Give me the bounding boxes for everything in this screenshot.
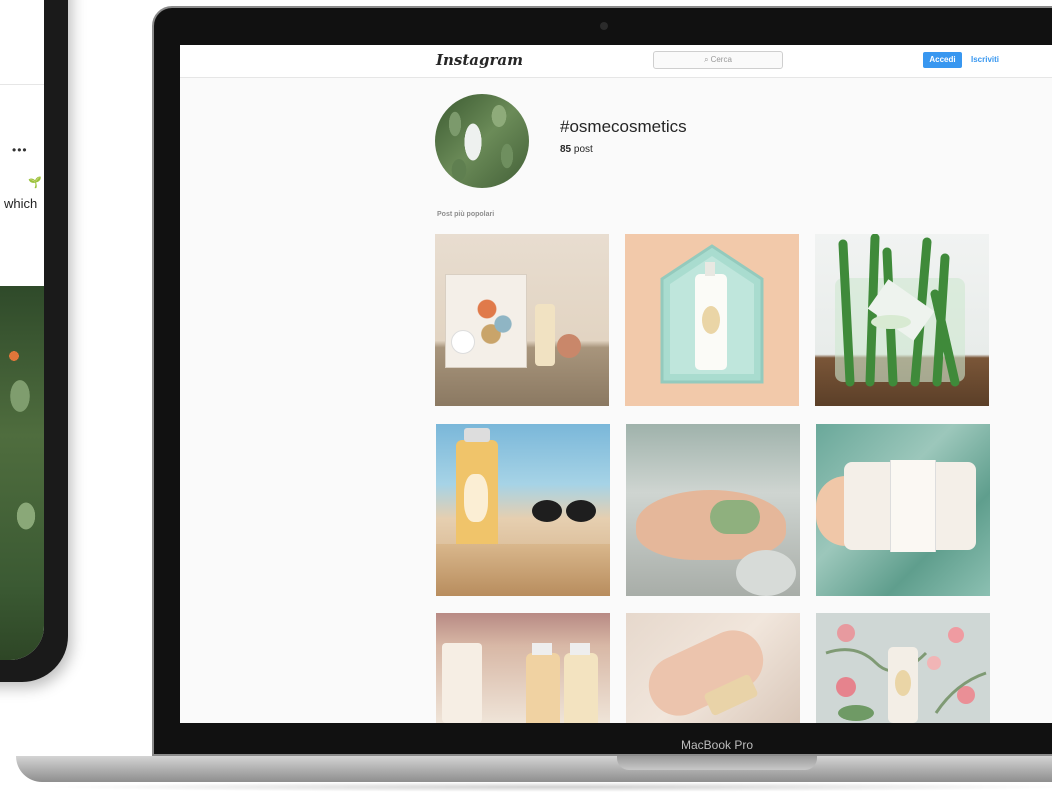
- phone-divider: [0, 84, 44, 85]
- sunglasses-lens: [566, 500, 596, 522]
- section-title: Post più popolari: [437, 211, 495, 218]
- bottle: [535, 304, 555, 366]
- laptop-base: [16, 756, 1052, 782]
- phone-screen: ••• 🌱 which: [0, 0, 44, 660]
- hashtag-avatar: [435, 94, 529, 188]
- webcam-icon: [600, 22, 608, 30]
- house-shelf: [660, 244, 764, 384]
- laptop-opening-notch: [617, 756, 817, 770]
- post-tile[interactable]: [816, 613, 990, 723]
- phone-post-photo: [0, 286, 44, 660]
- sprout-icon: 🌱: [28, 177, 42, 189]
- box: [442, 643, 482, 723]
- post-tile[interactable]: [816, 424, 990, 596]
- post-count-label: post: [573, 144, 593, 155]
- bottle: [564, 653, 598, 723]
- phone-mockup: ••• 🌱 which: [0, 0, 68, 682]
- hands: [638, 620, 774, 723]
- post-tile[interactable]: [626, 613, 800, 723]
- post-tile[interactable]: [436, 613, 610, 723]
- sand: [436, 544, 610, 596]
- post-tile[interactable]: [626, 424, 800, 596]
- post-count-number: 85: [560, 144, 572, 155]
- more-options-icon[interactable]: •••: [12, 143, 28, 157]
- instagram-logo[interactable]: Instagram: [436, 51, 523, 69]
- floral-wallpaper: [825, 624, 987, 723]
- snow-globe: [451, 330, 475, 354]
- post-tile[interactable]: [436, 424, 610, 596]
- search-placeholder: Cerca: [710, 55, 732, 64]
- vase-leaves: [835, 234, 965, 387]
- post-tile[interactable]: [815, 234, 989, 406]
- soap-bar: [710, 500, 760, 534]
- laptop-screen: Instagram ⌕ Cerca Accedi Iscriviti #osmec…: [180, 45, 1052, 723]
- bottle-cap: [570, 643, 590, 655]
- sunglasses-lens: [532, 500, 562, 522]
- bottle-label: [464, 474, 488, 522]
- post-count: 85 post: [560, 144, 593, 155]
- search-icon: ⌕: [704, 55, 709, 64]
- phone-caption: which: [4, 196, 38, 211]
- bottle-cap: [532, 643, 552, 655]
- laptop-model-label: MacBook Pro: [680, 738, 754, 752]
- search-input[interactable]: ⌕ Cerca: [653, 51, 783, 69]
- post-tile[interactable]: [435, 234, 609, 406]
- soap-band: [890, 460, 936, 552]
- login-button[interactable]: Accedi: [923, 52, 962, 68]
- signup-link[interactable]: Iscriviti: [971, 52, 999, 68]
- post-tile[interactable]: [625, 234, 799, 406]
- top-navigation: Instagram ⌕ Cerca Accedi Iscriviti: [180, 45, 1052, 78]
- pear: [557, 334, 581, 358]
- laptop-shadow: [40, 782, 1052, 792]
- bottle-cap: [464, 428, 490, 442]
- box-pattern: [475, 294, 515, 344]
- sink: [736, 550, 796, 596]
- bottle: [526, 653, 560, 723]
- hashtag-title: #osmecosmetics: [560, 117, 687, 136]
